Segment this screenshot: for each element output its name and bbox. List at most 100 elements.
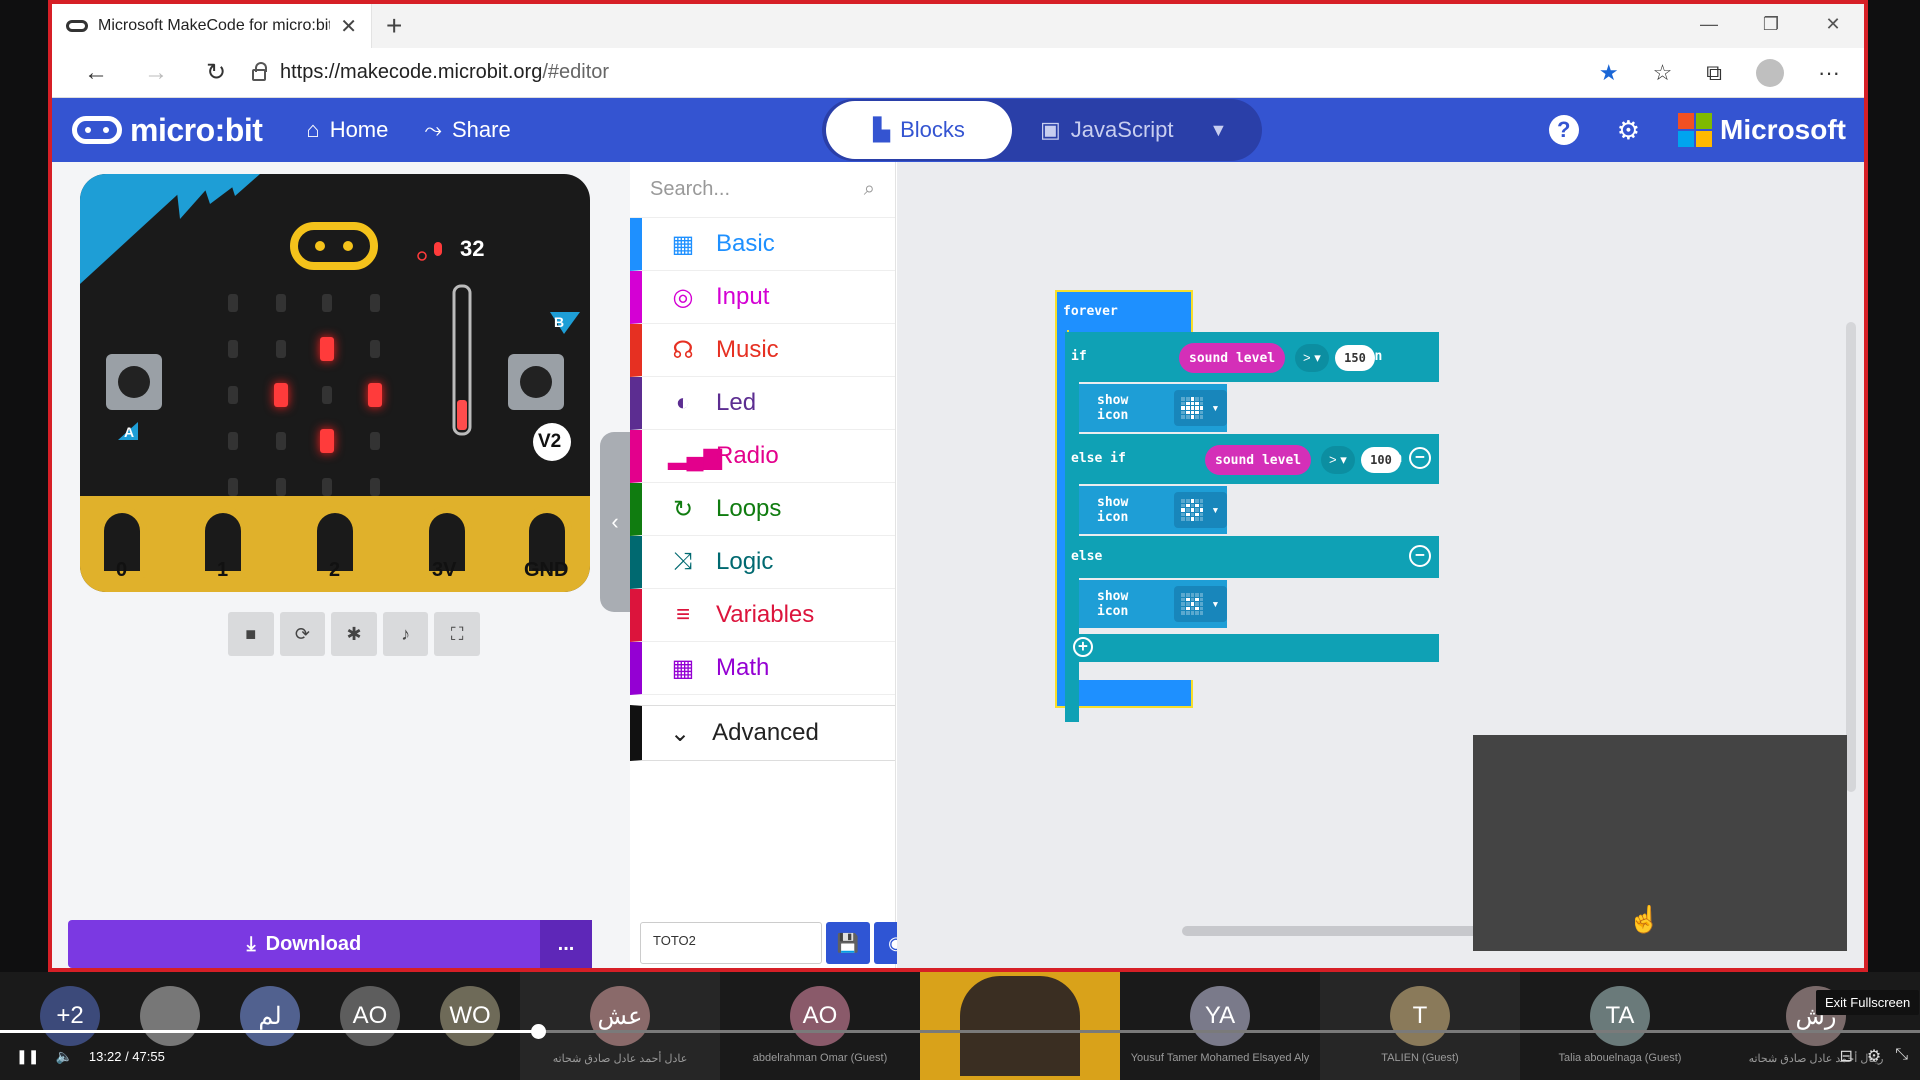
vertical-scrollbar[interactable] xyxy=(1846,322,1856,792)
else-block[interactable]: else − xyxy=(1065,536,1439,578)
save-icon[interactable]: 💾 xyxy=(826,922,870,964)
led xyxy=(228,294,238,312)
icon-picker-dropdown[interactable]: ▾ xyxy=(1173,492,1227,528)
participant-tile[interactable]: عش عادل أحمد عادل صادق شحاته xyxy=(520,972,720,1080)
led xyxy=(228,386,238,404)
exit-fullscreen-tooltip: Exit Fullscreen xyxy=(1816,990,1920,1015)
download-icon: ⤓ xyxy=(246,932,256,955)
participant-tile[interactable]: YA Yousuf Tamer Mohamed Elsayed Aly xyxy=(1120,972,1320,1080)
microsoft-logo[interactable]: Microsoft xyxy=(1678,113,1846,147)
collapse-simulator-icon[interactable]: ‹ xyxy=(600,432,630,612)
toolbox-search[interactable]: Search... ⌕ xyxy=(630,162,895,218)
remove-branch-icon[interactable]: − xyxy=(1409,545,1431,567)
add-branch-icon[interactable]: + xyxy=(1073,637,1093,657)
icon-picker-dropdown[interactable]: ▾ xyxy=(1173,586,1227,622)
category-led[interactable]: ◐ Led xyxy=(630,377,895,430)
sound-level-reporter[interactable]: sound level xyxy=(1205,445,1312,475)
close-window-icon[interactable]: ✕ xyxy=(1802,4,1864,44)
download-main[interactable]: ⤓ Download xyxy=(68,933,540,956)
language-dropdown-icon[interactable]: ▼ xyxy=(1210,120,1228,141)
category-logic[interactable]: ⤨ Logic xyxy=(630,536,895,589)
captions-icon[interactable]: ⊟ xyxy=(1839,1046,1852,1066)
icon-picker-dropdown[interactable]: ▾ xyxy=(1173,390,1227,426)
profile-avatar[interactable] xyxy=(1756,58,1785,87)
minimize-icon[interactable]: — xyxy=(1678,4,1740,44)
led-on xyxy=(368,383,382,407)
tab-title: Microsoft MakeCode for micro:bit xyxy=(98,17,331,34)
forward-icon[interactable]: → xyxy=(126,59,186,87)
home-button[interactable]: ⌂ Home xyxy=(306,117,388,143)
url-field[interactable]: https://makecode.microbit.org/#editor xyxy=(252,61,1599,84)
category-basic[interactable]: ▦ Basic xyxy=(630,218,895,271)
help-icon[interactable]: ? xyxy=(1548,115,1579,145)
browser-tab[interactable]: Microsoft MakeCode for micro:bit ✕ xyxy=(52,4,372,48)
participant-tile[interactable]: AO xyxy=(330,972,410,1080)
home-label: Home xyxy=(329,117,389,142)
participant-tile[interactable]: T TALIEN (Guest) xyxy=(1320,972,1520,1080)
window-controls: — ❐ ✕ xyxy=(1678,4,1864,44)
compare-operator-dropdown[interactable]: > ▾ xyxy=(1295,344,1329,372)
progress-fill xyxy=(0,1030,538,1033)
debug-icon[interactable]: ✱ xyxy=(331,612,377,656)
settings-gear-icon[interactable]: ⚙ xyxy=(1617,115,1640,146)
progress-knob[interactable] xyxy=(531,1024,546,1039)
share-button[interactable]: ⤳ Share xyxy=(424,117,510,143)
category-label: Variables xyxy=(716,601,815,628)
blocks-tab[interactable]: ▙ Blocks xyxy=(826,101,1012,159)
threshold-input[interactable]: 100 xyxy=(1361,447,1401,473)
category-variables[interactable]: ≡ Variables xyxy=(630,589,895,642)
favorite-star-icon[interactable]: ★ xyxy=(1599,60,1619,86)
fullscreen-icon[interactable]: ⛶ xyxy=(434,612,480,656)
pause-icon[interactable]: ❚❚ xyxy=(16,1048,39,1065)
exit-fullscreen-icon[interactable]: ⤡ xyxy=(1895,1046,1908,1066)
close-tab-icon[interactable]: ✕ xyxy=(340,14,357,39)
restart-icon[interactable]: ⟳ xyxy=(279,612,326,656)
category-advanced[interactable]: ⌄ Advanced xyxy=(630,705,895,761)
participant-tile[interactable]: TA Talia abouelnaga (Guest) xyxy=(1520,972,1720,1080)
logo-text: micro:bit xyxy=(130,111,263,148)
mute-icon[interactable]: ♪ xyxy=(382,612,429,656)
show-icon-block[interactable]: show icon ▾ xyxy=(1079,580,1227,628)
presenter-video[interactable] xyxy=(920,972,1120,1080)
total-time: 47:55 xyxy=(132,1049,165,1064)
category-math[interactable]: ▦ Math xyxy=(630,642,895,695)
refresh-icon[interactable]: ↻ xyxy=(186,58,246,87)
microbit-logo[interactable]: micro:bit xyxy=(72,111,263,149)
category-radio[interactable]: ▂▄▆ Radio xyxy=(630,430,895,483)
sound-level-reporter[interactable]: sound level xyxy=(1179,343,1286,373)
pin-label: 1 xyxy=(217,559,229,581)
volume-icon[interactable]: 🔈 xyxy=(55,1048,72,1065)
collections-icon[interactable]: ⧉ xyxy=(1706,60,1722,86)
remove-branch-icon[interactable]: − xyxy=(1409,447,1431,469)
video-progress-bar[interactable] xyxy=(0,1030,1920,1033)
category-loops[interactable]: ↻ Loops xyxy=(630,483,895,536)
participant-tile[interactable]: لم xyxy=(230,972,310,1080)
project-name-input[interactable]: TOTO2 xyxy=(640,922,822,964)
new-tab-icon[interactable]: + xyxy=(386,10,402,42)
stop-icon[interactable]: ■ xyxy=(228,612,274,656)
category-music[interactable]: ☊ Music xyxy=(630,324,895,377)
button-b[interactable] xyxy=(508,354,564,410)
category-input[interactable]: ◎ Input xyxy=(630,271,895,324)
restore-icon[interactable]: ❐ xyxy=(1740,4,1802,44)
back-icon[interactable]: ← xyxy=(66,59,126,87)
download-more-button[interactable]: ... xyxy=(540,920,592,968)
participant-tile[interactable]: AO abdelrahman Omar (Guest) xyxy=(720,972,920,1080)
show-icon-block[interactable]: show icon ▾ xyxy=(1079,384,1227,432)
button-a[interactable] xyxy=(106,354,162,410)
download-button[interactable]: ⤓ Download ... xyxy=(68,920,592,968)
participant-tile[interactable]: WO xyxy=(430,972,510,1080)
puzzle-icon: ▙ xyxy=(873,117,891,142)
forever-block[interactable]: forever xyxy=(1055,290,1193,332)
horizontal-scrollbar[interactable] xyxy=(1182,926,1512,936)
show-icon-block[interactable]: show icon ▾ xyxy=(1079,486,1227,534)
favorites-icon[interactable]: ☆ xyxy=(1653,60,1673,86)
settings-icon[interactable]: ⚙ xyxy=(1867,1046,1881,1066)
javascript-tab[interactable]: ▣ JavaScript xyxy=(1040,117,1174,143)
compare-operator-dropdown[interactable]: > ▾ xyxy=(1321,446,1355,474)
threshold-input[interactable]: 150 xyxy=(1335,345,1375,371)
more-menu-icon[interactable]: ··· xyxy=(1818,60,1840,86)
else-label: else xyxy=(1071,549,1103,564)
toggle-icon: ◐ xyxy=(675,389,691,416)
blocks-label: Blocks xyxy=(900,117,965,142)
